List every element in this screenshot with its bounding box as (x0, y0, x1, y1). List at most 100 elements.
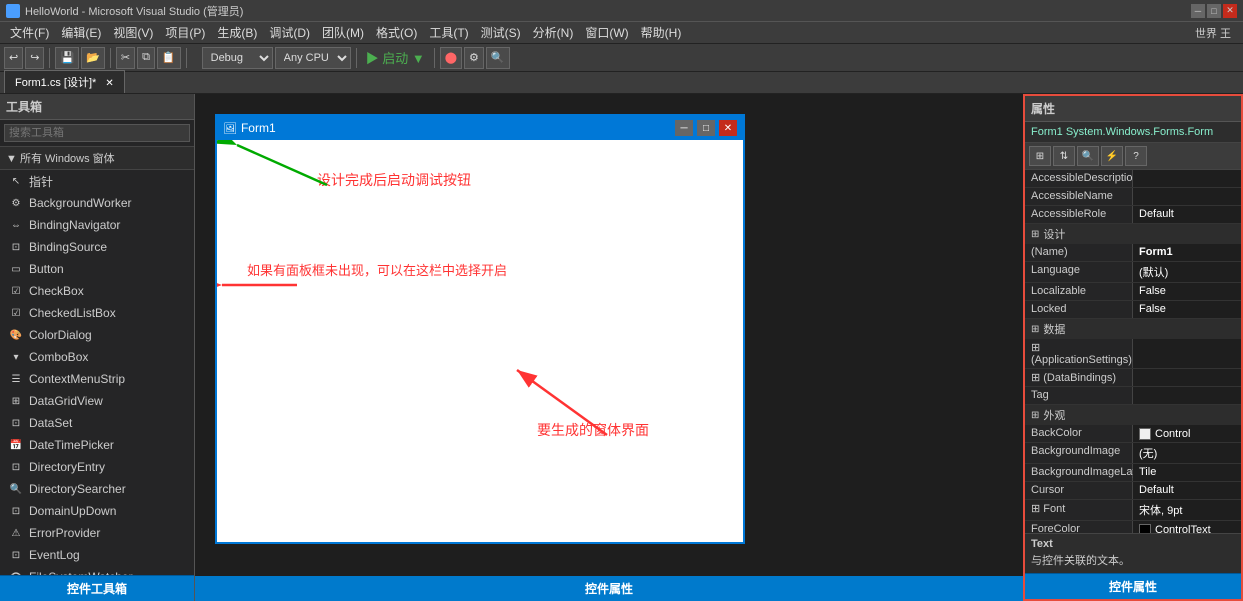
toolbox-item-colordialog[interactable]: 🎨ColorDialog (0, 324, 194, 346)
menu-debug[interactable]: 调试(D) (263, 22, 316, 43)
toolbox-item-bindingnavigator[interactable]: ⇔BindingNavigator (0, 214, 194, 236)
menu-view[interactable]: 视图(V) (107, 22, 159, 43)
tb-sep2 (110, 48, 111, 68)
props-section-design[interactable]: 设计 (1025, 224, 1241, 244)
toolbox-item-指针[interactable]: ↖指针 (0, 170, 194, 192)
center-area: 🖼 Form1 ─ □ ✕ 设计完成后启动调试按钮 如果有面板框未出现，可以在这… (195, 94, 1023, 601)
toolbox-item-datagridview[interactable]: ⊞ DataGridView (0, 390, 194, 412)
tb-undo[interactable]: ↩ (4, 47, 23, 69)
prop-row-data-bindings: ⊞ (DataBindings) (1025, 369, 1241, 387)
close-btn[interactable]: ✕ (1223, 4, 1237, 18)
props-sort-category[interactable]: ⊞ (1029, 146, 1051, 166)
toolbox-item-label: DataGridView (29, 394, 103, 408)
menu-edit[interactable]: 编辑(E) (55, 22, 107, 43)
menu-window[interactable]: 窗口(W) (579, 22, 634, 43)
forecolor-swatch (1139, 524, 1151, 534)
props-events[interactable]: ⚡ (1101, 146, 1123, 166)
form-maximize-btn[interactable]: □ (697, 120, 715, 136)
tb-cut[interactable]: ✂ (116, 47, 135, 69)
toolbox-item-icon: ▭ (8, 261, 24, 277)
toolbox-item-icon: ↖ (8, 173, 24, 189)
form-minimize-btn[interactable]: ─ (675, 120, 693, 136)
prop-row-tag: Tag (1025, 387, 1241, 405)
properties-description: Text 与控件关联的文本。 (1025, 533, 1241, 573)
toolbox-item-eventlog[interactable]: ⊡EventLog (0, 544, 194, 566)
toolbox-item-button[interactable]: ▭ Button (0, 258, 194, 280)
tb-copy[interactable]: ⧉ (137, 47, 155, 69)
toolbox-item-icon: ⚠ (8, 525, 24, 541)
prop-row-backcolor: BackColor Control (1025, 425, 1241, 443)
menu-project[interactable]: 项目(P) (159, 22, 211, 43)
debug-config-select[interactable]: Debug Release (202, 47, 273, 69)
tb-misc1[interactable]: ⚙ (464, 47, 484, 69)
tb-save[interactable]: 💾 (55, 47, 79, 69)
menu-format[interactable]: 格式(O) (370, 22, 423, 43)
toolbox-item-directoryentry[interactable]: ⊡DirectoryEntry (0, 456, 194, 478)
toolbox-item-domainupdown[interactable]: ⊡DomainUpDown (0, 500, 194, 522)
toolbox-section-all-windows-forms[interactable]: ▼ 所有 Windows 窗体 (0, 147, 194, 170)
toolbox-item-dataset[interactable]: ⊡ DataSet (0, 412, 194, 434)
menu-tools[interactable]: 工具(T) (423, 22, 474, 43)
toolbox-search-input[interactable] (4, 124, 190, 142)
toolbox-item-label: BindingSource (29, 240, 107, 254)
tab-close-icon[interactable]: ✕ (105, 78, 113, 89)
menu-test[interactable]: 测试(S) (475, 22, 527, 43)
toolbox-item-checkedlistbox[interactable]: ☑CheckedListBox (0, 302, 194, 324)
form-close-btn[interactable]: ✕ (719, 120, 737, 136)
toolbox-search-area (0, 120, 194, 147)
menu-file[interactable]: 文件(F) (4, 22, 55, 43)
toolbox-item-label: CheckedListBox (29, 306, 116, 320)
cpu-select[interactable]: Any CPU x86 x64 (275, 47, 351, 69)
toolbox-item-label: Button (29, 262, 64, 276)
toolbox-item-icon: ⊡ (8, 415, 24, 431)
form-bottom-label: 控件属性 (195, 576, 1023, 601)
props-help[interactable]: ? (1125, 146, 1147, 166)
main-layout: 工具箱 ▼ 所有 Windows 窗体 ↖指针⚙BackgroundWorker… (0, 94, 1243, 601)
design-canvas[interactable]: 🖼 Form1 ─ □ ✕ 设计完成后启动调试按钮 如果有面板框未出现，可以在这… (195, 94, 1023, 601)
tb-paste[interactable]: 📋 (157, 47, 181, 69)
prop-row-accessible-name: AccessibleName (1025, 188, 1241, 206)
toolbox-item-directorysearcher[interactable]: 🔍DirectorySearcher (0, 478, 194, 500)
toolbox-item-icon: ☑ (8, 283, 24, 299)
toolbox-item-checkbox[interactable]: ☑CheckBox (0, 280, 194, 302)
toolbox-item-combobox[interactable]: ▾ ComboBox (0, 346, 194, 368)
toolbox-item-label: ErrorProvider (29, 526, 100, 540)
start-debug-button[interactable]: ▶ 启动 ▼ (362, 48, 429, 67)
prop-row-app-settings: ⊞ (ApplicationSettings) (1025, 339, 1241, 369)
toolbox-item-icon: 📅 (8, 437, 24, 453)
toolbox-item-contextmenustrip[interactable]: ☰ContextMenuStrip (0, 368, 194, 390)
toolbox-item-label: DataSet (29, 416, 72, 430)
props-section-data[interactable]: 数据 (1025, 319, 1241, 339)
toolbox-item-label: EventLog (29, 548, 80, 562)
tb-sep4 (356, 48, 357, 68)
tb-breakpoint[interactable]: ⬤ (440, 47, 462, 69)
tb-open[interactable]: 📂 (81, 47, 105, 69)
properties-list: AccessibleDescription AccessibleName Acc… (1025, 170, 1241, 533)
menu-analyze[interactable]: 分析(N) (527, 22, 580, 43)
menu-build[interactable]: 生成(B) (211, 22, 263, 43)
tb-misc2[interactable]: 🔍 (486, 47, 510, 69)
form-designer-window[interactable]: 🖼 Form1 ─ □ ✕ 设计完成后启动调试按钮 如果有面板框未出现，可以在这… (215, 114, 745, 544)
toolbox-item-icon: ⊞ (8, 393, 24, 409)
maximize-btn[interactable]: □ (1207, 4, 1221, 18)
toolbox-item-backgroundworker[interactable]: ⚙BackgroundWorker (0, 192, 194, 214)
form-window-controls: ─ □ ✕ (675, 120, 737, 136)
form-content-area[interactable]: 设计完成后启动调试按钮 如果有面板框未出现，可以在这栏中选择开启 要生成的窗体界… (217, 140, 743, 542)
tb-redo[interactable]: ↪ (25, 47, 44, 69)
toolbox-item-icon: ⊡ (8, 503, 24, 519)
toolbox-item-datetimepicker[interactable]: 📅 DateTimePicker (0, 434, 194, 456)
annotation-form-ui: 要生成的窗体界面 (537, 420, 649, 440)
minimize-btn[interactable]: ─ (1191, 4, 1205, 18)
menu-help[interactable]: 帮助(H) (635, 22, 688, 43)
props-filter[interactable]: 🔍 (1077, 146, 1099, 166)
props-sort-alpha[interactable]: ⇅ (1053, 146, 1075, 166)
toolbox-item-errorprovider[interactable]: ⚠ ErrorProvider (0, 522, 194, 544)
toolbox-item-bindingsource[interactable]: ⊡BindingSource (0, 236, 194, 258)
toolbox-item-filesystemwatcher[interactable]: 👁FileSystemWatcher (0, 566, 194, 575)
toolbox-item-label: ComboBox (29, 350, 88, 364)
menu-team[interactable]: 团队(M) (316, 22, 370, 43)
tab-form1-designer[interactable]: Form1.cs [设计]* ✕ (4, 70, 125, 93)
toolbox-item-label: DateTimePicker (29, 438, 114, 452)
toolbox-item-icon: ▾ (8, 349, 24, 365)
props-section-appearance[interactable]: 外观 (1025, 405, 1241, 425)
